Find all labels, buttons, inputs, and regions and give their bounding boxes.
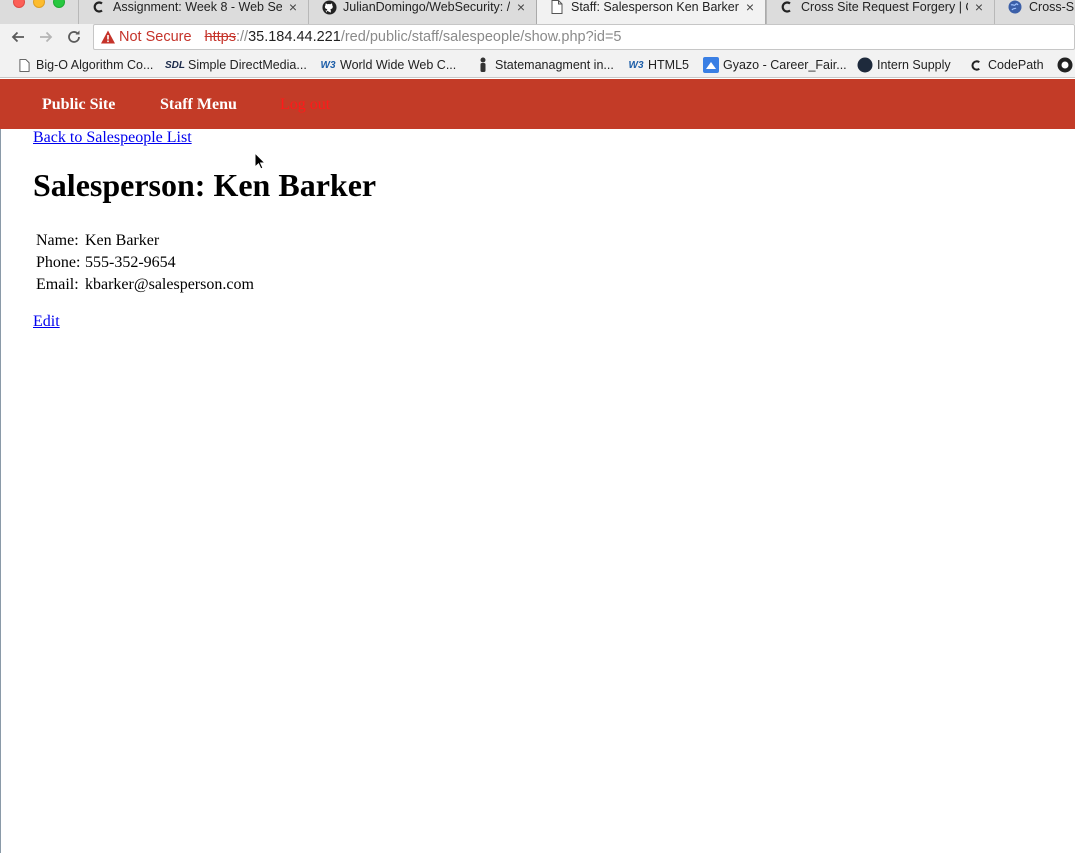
url-path: /red/public/staff/salespeople/show.php?i… bbox=[340, 29, 622, 45]
back-arrow-icon[interactable] bbox=[8, 27, 28, 47]
detail-value-phone: 555-352-9654 bbox=[85, 254, 176, 271]
w3c-icon: W3 bbox=[628, 59, 644, 71]
detail-value-name: Ken Barker bbox=[85, 232, 160, 249]
gyazo-icon bbox=[703, 57, 719, 73]
close-icon[interactable]: × bbox=[743, 0, 757, 15]
reload-icon[interactable] bbox=[64, 27, 84, 47]
detail-label: Name: bbox=[36, 232, 79, 249]
codepath-icon bbox=[91, 0, 107, 15]
detail-row-name: Name: Ken Barker bbox=[36, 230, 254, 252]
url-host: 35.184.44.221 bbox=[248, 29, 341, 45]
globe-icon bbox=[1007, 0, 1023, 15]
bookmark-item[interactable]: Statemanagment in... bbox=[475, 56, 614, 74]
forward-arrow-icon[interactable] bbox=[36, 27, 56, 47]
url-protocol: https bbox=[204, 29, 236, 45]
bookmark-label: World Wide Web C... bbox=[340, 58, 457, 72]
page-title: Salesperson: Ken Barker bbox=[33, 167, 377, 203]
person-icon bbox=[475, 57, 491, 73]
tab-title: JulianDomingo/WebSecurity: / bbox=[343, 0, 510, 14]
window-minimize-button[interactable] bbox=[33, 0, 45, 8]
browser-tab-active[interactable]: Staff: Salesperson Ken Barker × bbox=[536, 0, 766, 24]
close-icon[interactable]: × bbox=[286, 0, 300, 15]
tab-title: Cross-Sit bbox=[1029, 0, 1075, 14]
browser-toolbar: Not Secure https://35.184.44.221/red/pub… bbox=[0, 24, 1075, 52]
bookmark-item[interactable]: Big-O Algorithm Co... bbox=[16, 56, 153, 74]
detail-row-email: Email: kbarker@salesperson.com bbox=[36, 274, 254, 296]
bookmark-label: HTML5 bbox=[648, 58, 689, 72]
bookmarks-bar: Big-O Algorithm Co... SDL Simple DirectM… bbox=[0, 52, 1075, 78]
document-icon bbox=[549, 0, 565, 15]
nav-staff-menu[interactable]: Staff Menu bbox=[160, 96, 237, 114]
window-close-button[interactable] bbox=[13, 0, 25, 8]
bookmark-item[interactable]: Gyazo - Career_Fair... bbox=[703, 56, 847, 74]
bookmark-item[interactable]: CodePath bbox=[968, 56, 1044, 74]
address-bar[interactable]: Not Secure https://35.184.44.221/red/pub… bbox=[93, 24, 1075, 50]
bookmark-label: Simple DirectMedia... bbox=[188, 58, 307, 72]
tab-title: Staff: Salesperson Ken Barker bbox=[571, 0, 739, 14]
bookmark-item[interactable]: SDL Simple DirectMedia... bbox=[165, 56, 307, 74]
window-zoom-button[interactable] bbox=[53, 0, 65, 8]
bookmark-label: Statemanagment in... bbox=[495, 58, 614, 72]
url-separator: :// bbox=[235, 29, 249, 45]
browser-tab-strip: Assignment: Week 8 - Web Se × JulianDomi… bbox=[0, 0, 1075, 24]
detail-label: Email: bbox=[36, 276, 79, 293]
close-icon[interactable]: × bbox=[972, 0, 986, 15]
bookmark-label: Big-O Algorithm Co... bbox=[36, 58, 154, 72]
tab-title: Cross Site Request Forgery | C bbox=[801, 0, 968, 14]
window-edge bbox=[0, 129, 1, 853]
github-icon bbox=[321, 0, 337, 15]
document-icon bbox=[16, 57, 32, 73]
bookmark-label: Gyazo - Career_Fair... bbox=[723, 58, 847, 72]
bookmark-item[interactable]: W3 World Wide Web C... bbox=[320, 56, 457, 74]
detail-label: Phone: bbox=[36, 254, 81, 271]
not-secure-label[interactable]: Not Secure bbox=[119, 29, 192, 45]
site-header: Public Site Staff Menu Log out bbox=[0, 79, 1075, 129]
browser-tab[interactable]: Cross-Sit bbox=[994, 0, 1075, 24]
browser-tab[interactable]: Cross Site Request Forgery | C × bbox=[766, 0, 994, 24]
tab-title: Assignment: Week 8 - Web Se bbox=[113, 0, 282, 14]
codepath-icon bbox=[968, 57, 984, 73]
close-icon[interactable]: × bbox=[514, 0, 528, 15]
warning-icon bbox=[100, 29, 116, 45]
detail-row-phone: Phone: 555-352-9654 bbox=[36, 252, 254, 274]
browser-tab[interactable]: Assignment: Week 8 - Web Se × bbox=[78, 0, 308, 24]
detail-value-email: kbarker@salesperson.com bbox=[85, 276, 254, 293]
circle-icon bbox=[857, 57, 873, 73]
edit-link[interactable]: Edit bbox=[33, 313, 60, 331]
codepath-icon bbox=[779, 0, 795, 15]
nav-log-out[interactable]: Log out bbox=[280, 96, 330, 114]
browser-tab[interactable]: JulianDomingo/WebSecurity: / × bbox=[308, 0, 536, 24]
nav-public-site[interactable]: Public Site bbox=[42, 96, 115, 114]
w3c-icon: W3 bbox=[320, 59, 336, 71]
github-icon bbox=[1057, 57, 1073, 73]
bookmark-item[interactable] bbox=[1057, 56, 1075, 74]
bookmark-item[interactable]: Intern Supply bbox=[857, 56, 951, 74]
salesperson-details: Name: Ken Barker Phone: 555-352-9654 Ema… bbox=[36, 230, 254, 296]
bookmark-label: Intern Supply bbox=[877, 58, 951, 72]
back-to-list-link[interactable]: Back to Salespeople List bbox=[33, 129, 192, 147]
mouse-cursor-icon bbox=[254, 151, 267, 175]
bookmark-label: CodePath bbox=[988, 58, 1044, 72]
sdl-icon: SDL bbox=[165, 59, 185, 71]
bookmark-item[interactable]: W3 HTML5 bbox=[628, 56, 689, 74]
